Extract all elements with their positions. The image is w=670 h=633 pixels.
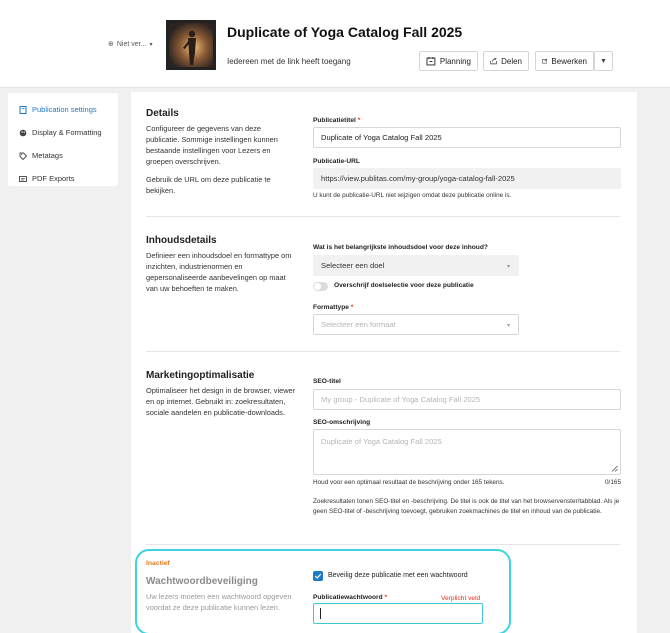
content-details-heading: Inhoudsdetails xyxy=(146,235,217,246)
publication-url-field: https://view.publitas.com/my-group/yoga-… xyxy=(313,168,621,189)
share-button[interactable]: Delen xyxy=(483,51,529,71)
visibility-dropdown[interactable]: ⊕ Niet ver... ▾ xyxy=(108,40,153,49)
sidebar-item-display-formatting[interactable]: Display & Formatting xyxy=(8,121,118,144)
sidebar-item-publication-settings[interactable]: Publication settings xyxy=(8,98,118,121)
seo-description-label: SEO-omschrijving xyxy=(313,419,371,426)
format-type-select[interactable]: Selecteer een formaat ▾ xyxy=(313,314,519,335)
caret-down-icon: ▼ xyxy=(600,57,607,65)
details-heading: Details xyxy=(146,108,179,119)
content-goal-label: Wat is het belangrijkste inhoudsdoel voo… xyxy=(313,244,488,251)
edit-icon xyxy=(542,58,548,64)
override-goal-toggle[interactable] xyxy=(313,282,328,291)
visibility-label: Niet ver... xyxy=(116,40,147,48)
section-divider xyxy=(146,544,620,545)
share-icon xyxy=(490,57,497,65)
chevron-down-icon: ▾ xyxy=(506,264,510,270)
content-goal-select[interactable]: Selecteer een doel ▾ xyxy=(313,255,519,276)
section-divider xyxy=(146,216,620,217)
sidebar-item-pdf-exports[interactable]: PDF Exports xyxy=(8,167,118,190)
publication-url-hint: U kunt de publicatie-URL niet wijzigen o… xyxy=(313,192,512,199)
sidebar-item-label: Display & Formatting xyxy=(32,128,102,137)
seo-description-placeholder: Duplicate of Yoga Catalog Fall 2025 xyxy=(321,437,442,446)
seo-title-label: SEO-titel xyxy=(313,378,341,385)
content-details-description: Definieer een inhoudsdoel en formattype … xyxy=(146,251,292,293)
publication-url-label: Publicatie-URL xyxy=(313,158,360,165)
format-type-placeholder: Selecteer een formaat xyxy=(321,320,396,329)
share-label: Delen xyxy=(501,56,522,66)
seo-title-input[interactable]: My group - Duplicate of Yoga Catalog Fal… xyxy=(313,389,621,410)
section-divider xyxy=(146,351,620,352)
tag-icon xyxy=(19,152,27,160)
settings-sidebar: Publication settings Display & Formattin… xyxy=(8,93,118,186)
password-input[interactable] xyxy=(313,603,483,624)
planning-button[interactable]: Planning xyxy=(419,51,478,71)
override-goal-label: Overschrijf doelselectie voor deze publi… xyxy=(334,282,474,289)
pdf-icon xyxy=(19,175,27,182)
publication-cover-thumbnail[interactable] xyxy=(166,20,216,70)
chevron-down-icon: ▾ xyxy=(506,323,510,329)
sidebar-item-label: PDF Exports xyxy=(32,174,75,183)
content-goal-value: Selecteer een doel xyxy=(321,261,385,270)
resize-handle-icon[interactable] xyxy=(611,465,618,472)
publication-title-input[interactable]: Duplicate of Yoga Catalog Fall 2025 xyxy=(313,127,621,148)
access-info: Iedereen met de link heeft toegang xyxy=(227,57,351,66)
publication-title: Duplicate of Yoga Catalog Fall 2025 xyxy=(227,24,463,40)
planning-label: Planning xyxy=(439,56,471,66)
palette-icon xyxy=(19,129,27,136)
seo-description-textarea[interactable]: Duplicate of Yoga Catalog Fall 2025 xyxy=(313,429,621,475)
cover-image xyxy=(169,23,213,67)
format-type-label: Formattype * xyxy=(313,304,354,311)
details-description: Configureer de gegevens van deze publica… xyxy=(146,124,278,166)
seo-description-hint: Houd voor een optimaal resultaat de besc… xyxy=(313,479,505,486)
chevron-down-icon: ▾ xyxy=(149,41,153,48)
text-cursor xyxy=(320,608,321,619)
edit-button[interactable]: Bewerken xyxy=(535,51,594,71)
seo-description-counter: 0/165 xyxy=(605,479,621,486)
marketing-heading: Marketingoptimalisatie xyxy=(146,370,255,381)
calendar-icon xyxy=(426,57,436,66)
sidebar-item-metatags[interactable]: Metatags xyxy=(8,144,118,167)
marketing-description: Optimaliseer het design in de browser, v… xyxy=(146,386,296,417)
page-header: ⊕ Niet ver... ▾ Duplicate of Yoga Catalo… xyxy=(0,0,670,88)
sidebar-item-label: Metatags xyxy=(32,151,63,160)
publication-title-label: Publicatietitel * xyxy=(313,117,361,124)
edit-options-dropdown[interactable]: ▼ xyxy=(594,51,613,71)
edit-label: Bewerken xyxy=(551,56,587,66)
sidebar-item-label: Publication settings xyxy=(32,105,97,114)
globe-icon: ⊕ xyxy=(108,41,114,48)
publication-icon xyxy=(19,105,27,114)
details-url-description: Gebruik de URL om deze publicatie te bek… xyxy=(146,175,271,195)
seo-info-text: Zoekresultaten tonen SEO-titel en -besch… xyxy=(313,498,620,515)
